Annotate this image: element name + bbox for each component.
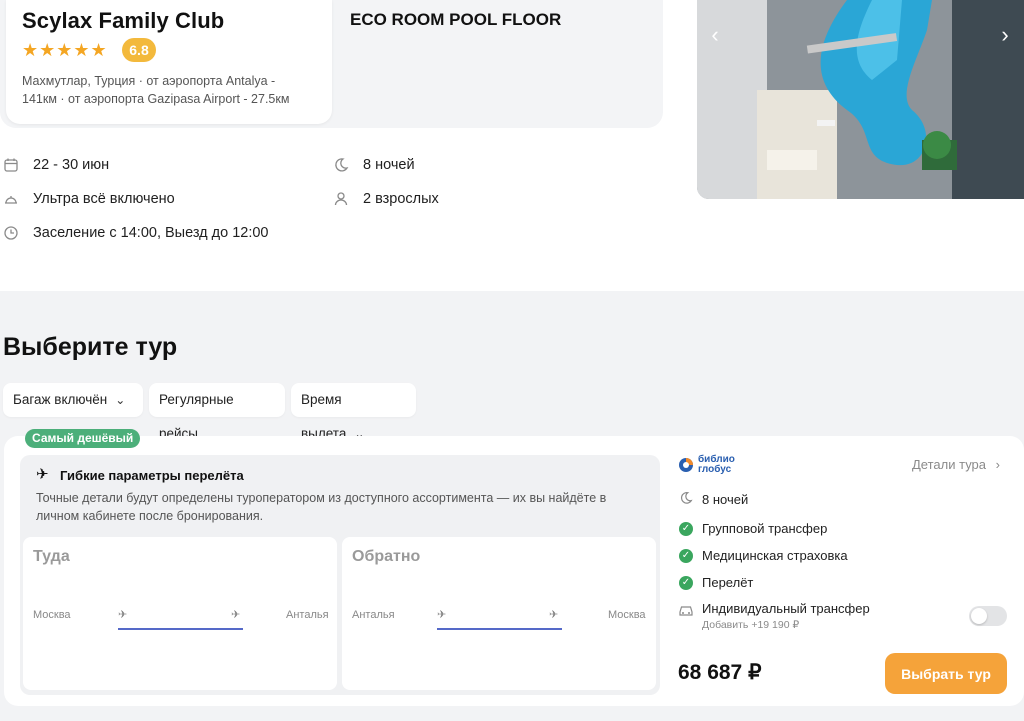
chevron-down-icon: ⌄ — [115, 393, 126, 407]
takeoff-icon: ✈ — [118, 609, 128, 621]
operator-name: глобус — [698, 464, 732, 475]
clock-icon — [3, 225, 19, 241]
details-label: Детали тура — [912, 457, 987, 472]
flight-title: Гибкие параметры перелёта — [60, 468, 244, 483]
included-item: Перелёт — [702, 575, 754, 590]
moon-icon — [678, 491, 694, 507]
included-item: Медицинская страховка — [702, 548, 848, 563]
person-icon — [333, 191, 349, 207]
leg-to: Москва — [608, 609, 646, 621]
trip-nights: 8 ночей — [363, 157, 415, 173]
trip-meal: Ультра всё включено — [33, 191, 175, 207]
tour-price: 68 687 ₽ — [678, 661, 762, 684]
offer-nights: 8 ночей — [702, 492, 749, 507]
moon-icon — [333, 157, 349, 173]
location-line: Махмутлар, Турция · от аэропорта Antalya… — [22, 74, 276, 88]
tour-details-link[interactable]: Детали тура › — [912, 457, 1000, 472]
cheapest-badge: Самый дешёвый — [25, 429, 141, 448]
route-line — [118, 628, 243, 630]
chevron-right-icon: › — [995, 457, 1000, 472]
flight-description: Точные детали будут определены туроперат… — [36, 491, 607, 523]
hotel-photo-image — [697, 0, 1024, 199]
leg-title: Обратно — [352, 548, 421, 565]
filter-departure-time[interactable]: Время вылета ⌄ — [291, 383, 416, 441]
meal-icon — [3, 191, 19, 207]
room-name: ECO ROOM POOL FLOOR — [350, 10, 562, 29]
check-icon: ✓ — [679, 576, 693, 590]
leg-from: Анталья — [352, 609, 395, 621]
location-line: 141км · от аэропорта Gazipasa Airport - … — [22, 92, 290, 106]
toggle-knob — [971, 608, 987, 624]
filter-regular-flights[interactable]: Регулярные рейсы — [149, 383, 285, 441]
landing-icon: ✈ — [549, 609, 559, 621]
checkin-times: Заселение с 14:00, Выезд до 12:00 — [33, 225, 269, 241]
check-icon: ✓ — [679, 549, 693, 563]
check-icon: ✓ — [679, 522, 693, 536]
hotel-photo[interactable]: ‹ › — [697, 0, 1024, 199]
leg-to: Анталья — [286, 609, 329, 621]
included-item: Групповой трансфер — [702, 521, 828, 536]
route-line — [437, 628, 562, 630]
calendar-icon — [3, 157, 19, 173]
select-tour-button[interactable]: Выбрать тур — [885, 653, 1007, 694]
trip-guests: 2 взрослых — [363, 191, 439, 207]
leg-title: Туда — [33, 548, 70, 565]
leg-from: Москва — [33, 609, 71, 621]
landing-icon: ✈ — [231, 609, 241, 621]
gallery-prev-icon[interactable]: ‹ — [705, 24, 725, 46]
filter-label: Время вылета — [301, 392, 347, 441]
takeoff-icon: ✈ — [437, 609, 447, 621]
filter-label: Багаж включён — [13, 392, 108, 407]
optional-price: Добавить +19 190 ₽ — [702, 619, 800, 631]
hotel-location: Махмутлар, Турция · от аэропорта Antalya… — [22, 72, 322, 108]
section-title: Выберите тур — [3, 333, 178, 361]
hotel-name[interactable]: Scylax Family Club — [22, 8, 224, 34]
car-icon — [678, 603, 694, 622]
plane-icon: ✈ — [36, 466, 49, 483]
optional-transfer: Индивидуальный трансфер — [702, 601, 870, 616]
rating-badge: 6.8 — [122, 38, 156, 62]
trip-dates: 22 - 30 июн — [33, 157, 110, 173]
star-rating: ★★★★★ — [22, 40, 108, 60]
gallery-next-icon[interactable]: › — [995, 24, 1015, 46]
filter-baggage[interactable]: Багаж включён ⌄ — [3, 383, 143, 417]
